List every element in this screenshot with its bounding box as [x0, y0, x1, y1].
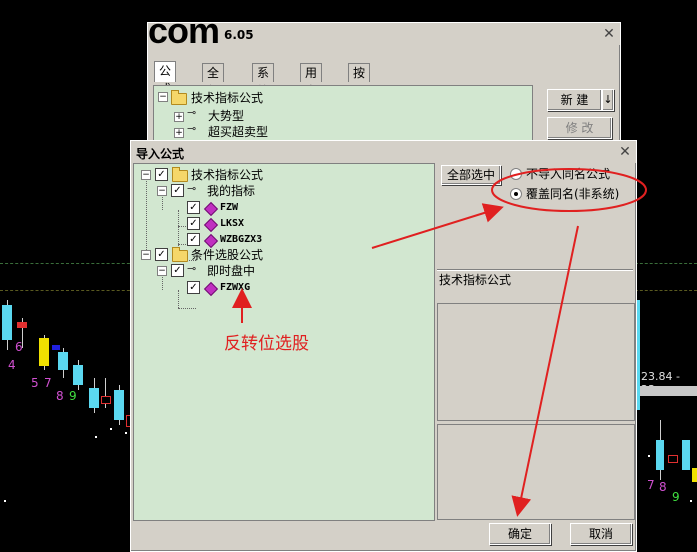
highlight-ellipse [491, 168, 647, 212]
annotation-overlay [232, 168, 647, 517]
arrow-to-overwrite [371, 203, 504, 249]
arrow-to-ok [511, 225, 579, 517]
annotation-text: 反转位选股 [224, 334, 309, 354]
